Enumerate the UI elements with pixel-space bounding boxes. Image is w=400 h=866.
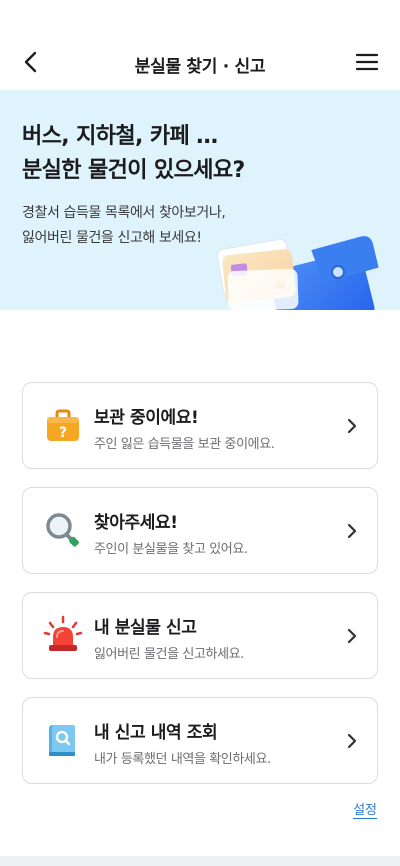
chevron-right-icon — [347, 628, 357, 644]
svg-text:?: ? — [59, 425, 67, 441]
hamburger-menu-icon — [355, 53, 379, 71]
top-header: 분실물 찾기 · 신고 — [0, 34, 400, 90]
card-title: 찾아주세요! — [94, 513, 178, 533]
card-subtitle: 잃어버린 물건을 신고하세요. — [94, 647, 244, 662]
card-subtitle: 주인 잃은 습득물을 보관 중이에요. — [94, 437, 275, 452]
settings-link[interactable]: 설정 — [353, 799, 377, 818]
search-document-icon — [49, 725, 75, 756]
hero-banner: 버스, 지하철, 카페 … 분실한 물건이 있으세요? 경찰서 습득물 목록에서… — [0, 90, 400, 310]
wallet-with-cards-icon — [216, 236, 379, 310]
hero-description: 경찰서 습득물 목록에서 찾아보거나, 잃어버린 물건을 신고해 보세요! — [22, 201, 226, 251]
hero-title: 버스, 지하철, 카페 … 분실한 물건이 있으세요? — [22, 120, 245, 188]
card-title: 보관 중이에요! — [94, 408, 199, 428]
chevron-right-icon — [347, 523, 357, 539]
menu-button[interactable] — [352, 47, 382, 77]
hero-desc-line2: 잃어버린 물건을 신고해 보세요! — [22, 230, 202, 246]
card-subtitle: 내가 등록했던 내역을 확인하세요. — [94, 752, 271, 767]
card-title: 내 신고 내역 조회 — [94, 723, 218, 743]
bottom-divider — [0, 856, 400, 866]
card-subtitle: 주인이 분실물을 찾고 있어요. — [94, 542, 248, 557]
hero-desc-line1: 경찰서 습득물 목록에서 찾아보거나, — [22, 205, 226, 221]
siren-icon — [43, 615, 83, 651]
chevron-right-icon — [347, 733, 357, 749]
hero-title-line2: 분실한 물건이 있으세요? — [22, 158, 245, 183]
menu-card-my-reports[interactable]: 내 신고 내역 조회 내가 등록했던 내역을 확인하세요. — [22, 697, 378, 784]
menu-card-lost-search[interactable]: 찾아주세요! 주인이 분실물을 찾고 있어요. — [22, 487, 378, 574]
menu-card-found-items[interactable]: ? 보관 중이에요! 주인 잃은 습득물을 보관 중이에요. — [22, 382, 378, 469]
card-title: 내 분실물 신고 — [94, 618, 197, 638]
hero-title-line1: 버스, 지하철, 카페 … — [22, 124, 218, 149]
page-title: 분실물 찾기 · 신고 — [134, 57, 266, 77]
briefcase-question-icon: ? — [47, 409, 79, 441]
menu-card-report-lost[interactable]: 내 분실물 신고 잃어버린 물건을 신고하세요. — [22, 592, 378, 679]
magnifier-icon — [46, 513, 79, 547]
menu-list: ? 보관 중이에요! 주인 잃은 습득물을 보관 중이에요. 찾아주세요! 주인… — [22, 382, 378, 802]
chevron-right-icon — [347, 418, 357, 434]
